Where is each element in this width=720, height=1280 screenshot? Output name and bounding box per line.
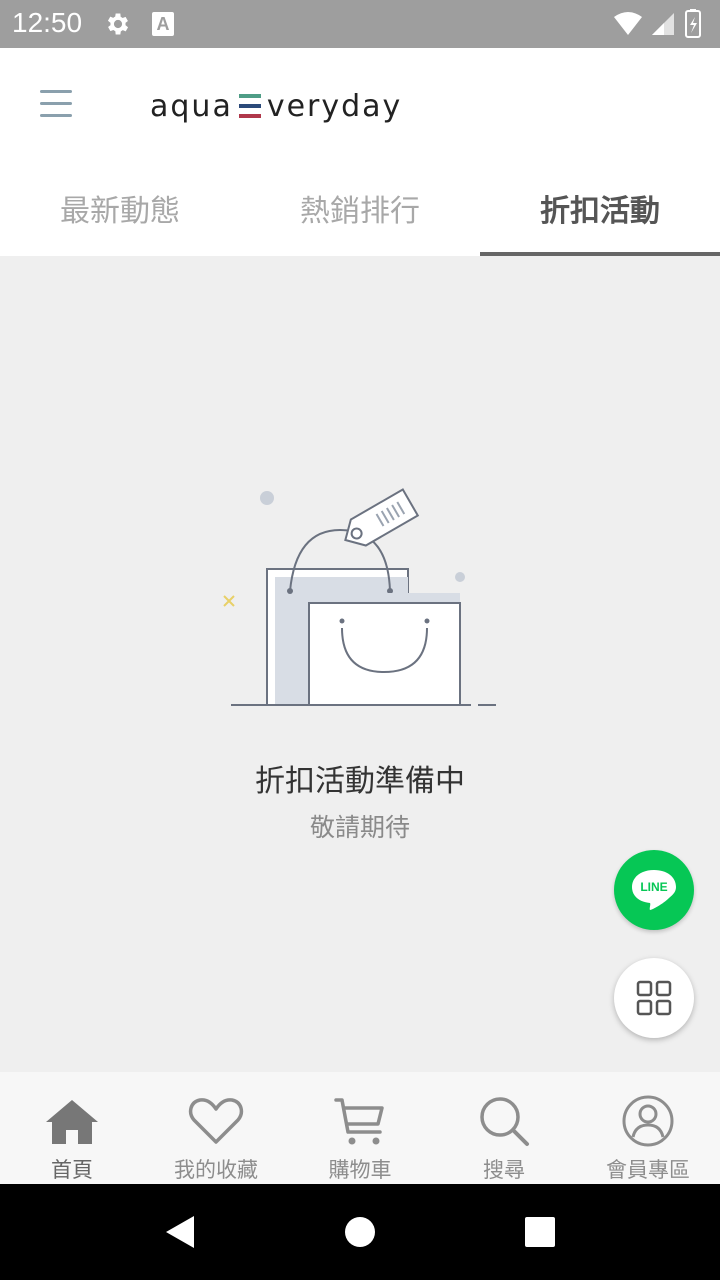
grid-icon bbox=[636, 980, 672, 1016]
status-bar: 12:50 A bbox=[0, 0, 720, 48]
nav-member[interactable]: 會員專區 bbox=[576, 1072, 720, 1184]
nav-cart-label: 購物車 bbox=[328, 1158, 392, 1182]
logo-text-left: aqua bbox=[150, 88, 233, 124]
tab-discount-events[interactable]: 折扣活動 bbox=[480, 160, 720, 256]
nav-member-label: 會員專區 bbox=[606, 1158, 690, 1182]
nav-cart[interactable]: 購物車 bbox=[288, 1072, 432, 1184]
bottom-navigation: 首頁 我的收藏 購物車 搜尋 會員專區 bbox=[0, 1072, 720, 1184]
recents-square-icon[interactable] bbox=[510, 1202, 570, 1262]
tab-best-sellers[interactable]: 熱銷排行 bbox=[240, 160, 480, 256]
home-circle-icon[interactable] bbox=[330, 1202, 390, 1262]
tab-latest-news[interactable]: 最新動態 bbox=[0, 160, 240, 256]
nav-home-label: 首頁 bbox=[51, 1158, 93, 1182]
nav-favorites-label: 我的收藏 bbox=[174, 1158, 258, 1182]
app-logo: aqua veryday bbox=[150, 86, 402, 126]
line-chat-button[interactable]: LINE bbox=[614, 850, 694, 930]
empty-shopping-bag-illustration bbox=[223, 488, 496, 706]
menu-hamburger-icon[interactable] bbox=[36, 86, 76, 122]
user-icon bbox=[622, 1095, 674, 1147]
tab-bar: 最新動態 熱銷排行 折扣活動 bbox=[0, 160, 720, 256]
heart-icon bbox=[188, 1098, 244, 1144]
settings-gear-icon bbox=[107, 13, 129, 35]
status-indicators bbox=[614, 9, 701, 38]
nav-favorites[interactable]: 我的收藏 bbox=[144, 1072, 288, 1184]
quick-menu-button[interactable] bbox=[614, 958, 694, 1038]
system-navigation-bar bbox=[0, 1184, 720, 1280]
back-icon[interactable] bbox=[150, 1202, 210, 1262]
nav-search[interactable]: 搜尋 bbox=[432, 1072, 576, 1184]
wifi-icon bbox=[614, 12, 642, 35]
empty-state-subtitle: 敬請期待 bbox=[309, 813, 410, 842]
nav-home[interactable]: 首頁 bbox=[0, 1072, 144, 1184]
accessibility-a-icon: A bbox=[152, 12, 174, 36]
cart-icon bbox=[334, 1098, 384, 1145]
empty-state-title: 折扣活動準備中 bbox=[255, 764, 465, 799]
logo-mark-icon bbox=[238, 92, 261, 120]
line-icon: LINE bbox=[632, 870, 676, 910]
home-icon bbox=[46, 1100, 98, 1144]
logo-text-right: veryday bbox=[266, 88, 403, 124]
nav-search-label: 搜尋 bbox=[483, 1158, 525, 1182]
line-icon-label: LINE bbox=[640, 880, 667, 894]
status-time: 12:50 bbox=[12, 7, 83, 38]
app-bar: aqua veryday bbox=[0, 48, 720, 160]
search-icon bbox=[480, 1097, 529, 1146]
